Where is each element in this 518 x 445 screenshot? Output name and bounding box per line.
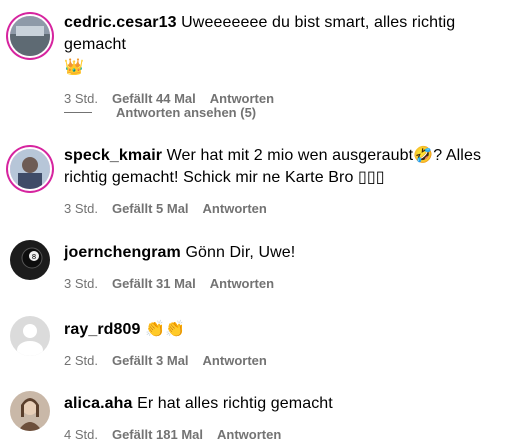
reply-button[interactable]: Antworten	[210, 276, 274, 291]
comment-meta: 2 Std. Gefällt 3 Mal Antworten	[64, 353, 494, 368]
avatar[interactable]	[10, 149, 50, 189]
comment-message: Er hat alles richtig gemacht	[137, 395, 333, 412]
comment-meta: 3 Std. Gefällt 5 Mal Antworten	[64, 201, 494, 216]
comment-meta: 3 Std. Gefällt 44 Mal Antworten	[64, 91, 494, 106]
avatar[interactable]: 8	[10, 240, 50, 280]
reply-button[interactable]: Antworten	[217, 427, 281, 442]
reply-button[interactable]: Antworten	[210, 91, 274, 106]
reply-button[interactable]: Antworten	[203, 201, 267, 216]
comment-likes[interactable]: Gefällt 181 Mal	[112, 427, 203, 442]
divider-line	[64, 112, 92, 113]
comment-text: speck_kmair Wer hat mit 2 mio wen ausger…	[64, 145, 494, 189]
clap-emoji: 👏👏	[145, 319, 186, 338]
comment-time: 3 Std.	[64, 201, 98, 216]
comment-username[interactable]: cedric.cesar13	[64, 14, 177, 31]
comment-meta: 3 Std. Gefällt 31 Mal Antworten	[64, 276, 494, 291]
avatar[interactable]	[10, 391, 50, 431]
comment-likes[interactable]: Gefällt 5 Mal	[112, 201, 189, 216]
comment-username[interactable]: speck_kmair	[64, 147, 162, 164]
crown-emoji: 👑	[64, 57, 85, 76]
comment-time: 4 Std.	[64, 427, 98, 442]
svg-text:8: 8	[32, 253, 36, 261]
comment-text: cedric.cesar13 Uweeeeeee du bist smart, …	[64, 12, 494, 79]
emoji-placeholder: ▯▯▯	[357, 169, 385, 186]
comment-likes[interactable]: Gefällt 31 Mal	[112, 276, 196, 291]
comment-message: Gönn Dir, Uwe!	[185, 244, 296, 261]
comment-text: ray_rd809 👏👏	[64, 318, 494, 341]
comment-time: 3 Std.	[64, 91, 98, 106]
comment-meta: 4 Std. Gefällt 181 Mal Antworten	[64, 427, 494, 442]
comment-likes[interactable]: Gefällt 44 Mal	[112, 91, 196, 106]
view-replies-label: Antworten ansehen (5)	[116, 105, 257, 120]
avatar[interactable]	[10, 16, 50, 56]
avatar[interactable]	[10, 316, 50, 356]
comment-text: joernchengram Gönn Dir, Uwe!	[64, 242, 494, 264]
comment-time: 3 Std.	[64, 276, 98, 291]
reply-button[interactable]: Antworten	[203, 353, 267, 368]
comment-username[interactable]: alica.aha	[64, 395, 133, 412]
comment-text: alica.aha Er hat alles richtig gemacht	[64, 393, 494, 415]
view-replies-button[interactable]: Antworten ansehen (5)	[64, 105, 256, 120]
comment-username[interactable]: joernchengram	[64, 244, 181, 261]
comment-time: 2 Std.	[64, 353, 98, 368]
comment-likes[interactable]: Gefällt 3 Mal	[112, 353, 189, 368]
comment-username[interactable]: ray_rd809	[64, 321, 141, 338]
